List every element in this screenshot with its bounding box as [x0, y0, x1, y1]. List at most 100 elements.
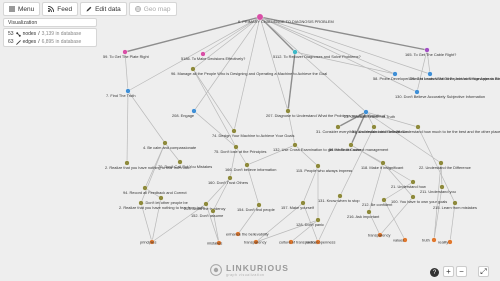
graph-node[interactable]: reality [438, 239, 453, 245]
graph-node-label: 211. Understand you [420, 189, 456, 194]
graph-node[interactable]: 115. People who always impress [296, 163, 352, 173]
graph-node-label: truth [422, 237, 430, 242]
graph-node[interactable]: 154. Don't find people [237, 202, 275, 212]
edges-stat: 63 edges / 6,895 in database [8, 39, 82, 45]
graph-node[interactable]: 56. Make the correct management [329, 142, 389, 152]
linkurious-logo-icon [210, 264, 222, 276]
node-layer: 6. PRIMARY CHALLENGE TO DIAGNOSIS PROBLE… [103, 13, 500, 246]
graph-node-label: enhance the believability [226, 231, 269, 236]
graph-node[interactable]: 165. To Get The Cable Right? [405, 47, 457, 57]
graph-edge[interactable] [339, 126, 375, 197]
graph-node[interactable]: transparency [368, 232, 391, 238]
graph-node[interactable]: 21. Understand how [391, 179, 426, 189]
graph-node-label: 22. Understand the Difference [419, 165, 471, 170]
graph-node[interactable]: 22. Understand the Difference [419, 160, 471, 170]
zoom-in-button[interactable]: + [443, 266, 454, 277]
graph-node[interactable]: enhance the believability [226, 231, 269, 237]
graph-node-label: 51. Understand and Believe [352, 129, 400, 134]
top-toolbar: Menu Feed Edit data Geo map [3, 2, 177, 16]
fullscreen-button[interactable]: ⤢ [478, 266, 489, 277]
graph-edge[interactable] [193, 110, 237, 148]
help-icon: ? [432, 269, 437, 276]
graph-node-label: 23. Constant Search for Truth [344, 114, 395, 119]
zoom-out-button[interactable]: − [456, 266, 467, 277]
graph-node-label: 5186. To Make Decisions Effectively? [181, 56, 246, 61]
graph-node[interactable]: 67. Don't let other people be [139, 195, 188, 205]
graph-node[interactable]: 5112. To Recover Diagnoses and Solve Pro… [273, 49, 361, 59]
graph-node[interactable]: 4. Be calm and compassionate [143, 140, 196, 150]
graph-edge[interactable] [192, 68, 235, 132]
menu-button[interactable]: Menu [3, 2, 41, 16]
graph-node[interactable]: 160. Don't Trust Others [208, 175, 248, 185]
graph-node-label: 118. Make it insignificant [361, 165, 404, 170]
fullscreen-icon: ⤢ [480, 266, 487, 276]
graph-node[interactable]: 212. Be confident [362, 197, 393, 207]
graph-node[interactable]: 59. To Get The Plate Right [103, 49, 150, 59]
graph-node-label: 216. Ask important [347, 214, 380, 219]
graph-node[interactable]: mistakes [207, 240, 222, 246]
menu-icon [9, 6, 15, 12]
graph-node[interactable]: 216. Ask important [347, 209, 380, 219]
graph-node[interactable]: truth [422, 237, 437, 243]
edit-data-button[interactable]: Edit data [80, 2, 127, 16]
graph-node-label: reality [438, 239, 448, 244]
graph-node-circle[interactable] [431, 237, 437, 243]
graph-node[interactable]: 20. Understand how much to be the best a… [396, 124, 500, 134]
graph-edge[interactable] [127, 90, 166, 144]
geo-map-button[interactable]: Geo map [128, 2, 177, 16]
feed-icon [48, 6, 55, 12]
graph-node-label: 2. Realize that you have nothing to fear… [119, 205, 204, 210]
help-button[interactable]: ? [430, 268, 439, 277]
graph-node-label: 160. Don't Trust Others [208, 180, 248, 185]
graph-node-label: 7. Find The Truth [106, 93, 136, 98]
graph-node[interactable]: 130. Don't Believe Accurately Subjective… [395, 89, 485, 99]
graph-node[interactable]: 157. Make yourself [281, 200, 315, 210]
graph-node-label: 152. Don't assume [191, 213, 223, 218]
graph-node[interactable]: values [393, 237, 408, 243]
graph-node-label: 100. You have to own your goals [391, 199, 447, 204]
graph-node[interactable]: 74. Design Your Machine to Achieve Your … [212, 128, 294, 138]
graph-edge[interactable] [126, 90, 129, 164]
graph-stats-panel: 53 nodes / 3,139 in database 63 edges / … [3, 28, 97, 47]
graph-node[interactable]: 70. Don't Call Put You Mistakes [158, 159, 212, 169]
visualization-title: Visualization [8, 19, 38, 26]
graph-node[interactable]: 128. Don't panic [296, 217, 324, 227]
globe-icon [134, 6, 141, 12]
graph-node-label: 70. Don't Call Put You Mistakes [158, 164, 212, 169]
graph-node-label: 165. To Get The Cable Right? [405, 52, 457, 57]
graph-node[interactable]: radical openness [306, 239, 335, 245]
graph-edge[interactable] [259, 16, 367, 113]
graph-node[interactable]: transparency [244, 239, 267, 245]
graph-node-label: 4. Be calm and compassionate [143, 145, 196, 150]
visualization-panel[interactable]: Visualization [3, 18, 97, 27]
graph-node-label: mistakes [207, 240, 222, 245]
graph-node[interactable]: principles [140, 239, 156, 245]
graph-node-label: 157. Make yourself [281, 205, 315, 210]
nodes-label: nodes [22, 31, 37, 37]
graph-node[interactable]: 96. Manage all the People Who is Designi… [171, 66, 327, 76]
graph-node[interactable]: 6. PRIMARY CHALLENGE TO DIAGNOSIS PROBLE… [238, 13, 334, 24]
graph-node-label: 5112. To Recover Diagnoses and Solve Pro… [273, 54, 361, 59]
graph-node[interactable]: 23. Constant Search for Truth [344, 109, 395, 119]
graph-edge[interactable] [259, 16, 396, 75]
plus-icon: + [446, 267, 451, 276]
graph-edge[interactable] [287, 51, 296, 112]
edges-label: edges [22, 39, 37, 45]
pencil-icon [86, 6, 92, 12]
graph-node-label: 208. Engage [172, 113, 194, 118]
feed-button[interactable]: Feed [42, 2, 79, 16]
graph-edge[interactable] [365, 111, 442, 164]
graph-node-label: 115. People who always impress [296, 168, 352, 173]
graph-node-label: 94. Record all Feedback and Correct [123, 190, 187, 195]
graph-node[interactable]: 100. You have to own your goals [391, 194, 447, 204]
graph-node-label: transparency [244, 239, 267, 244]
graph-node[interactable]: 118. Make it insignificant [361, 160, 404, 170]
graph-node[interactable]: 131. Know when to stop [318, 193, 360, 203]
graph-node-label: 59. To Get The Plate Right [103, 54, 150, 59]
geo-map-label: Geo map [143, 5, 171, 13]
graph-node-label: transparency [368, 232, 391, 237]
graph-node[interactable]: 94. Record all Feedback and Correct [123, 185, 187, 195]
graph-node[interactable]: 208. Engage [172, 108, 197, 118]
graph-node[interactable]: 7. Find The Truth [106, 88, 136, 98]
graph-node[interactable]: 75. Don't lose at the Principles [214, 144, 266, 154]
